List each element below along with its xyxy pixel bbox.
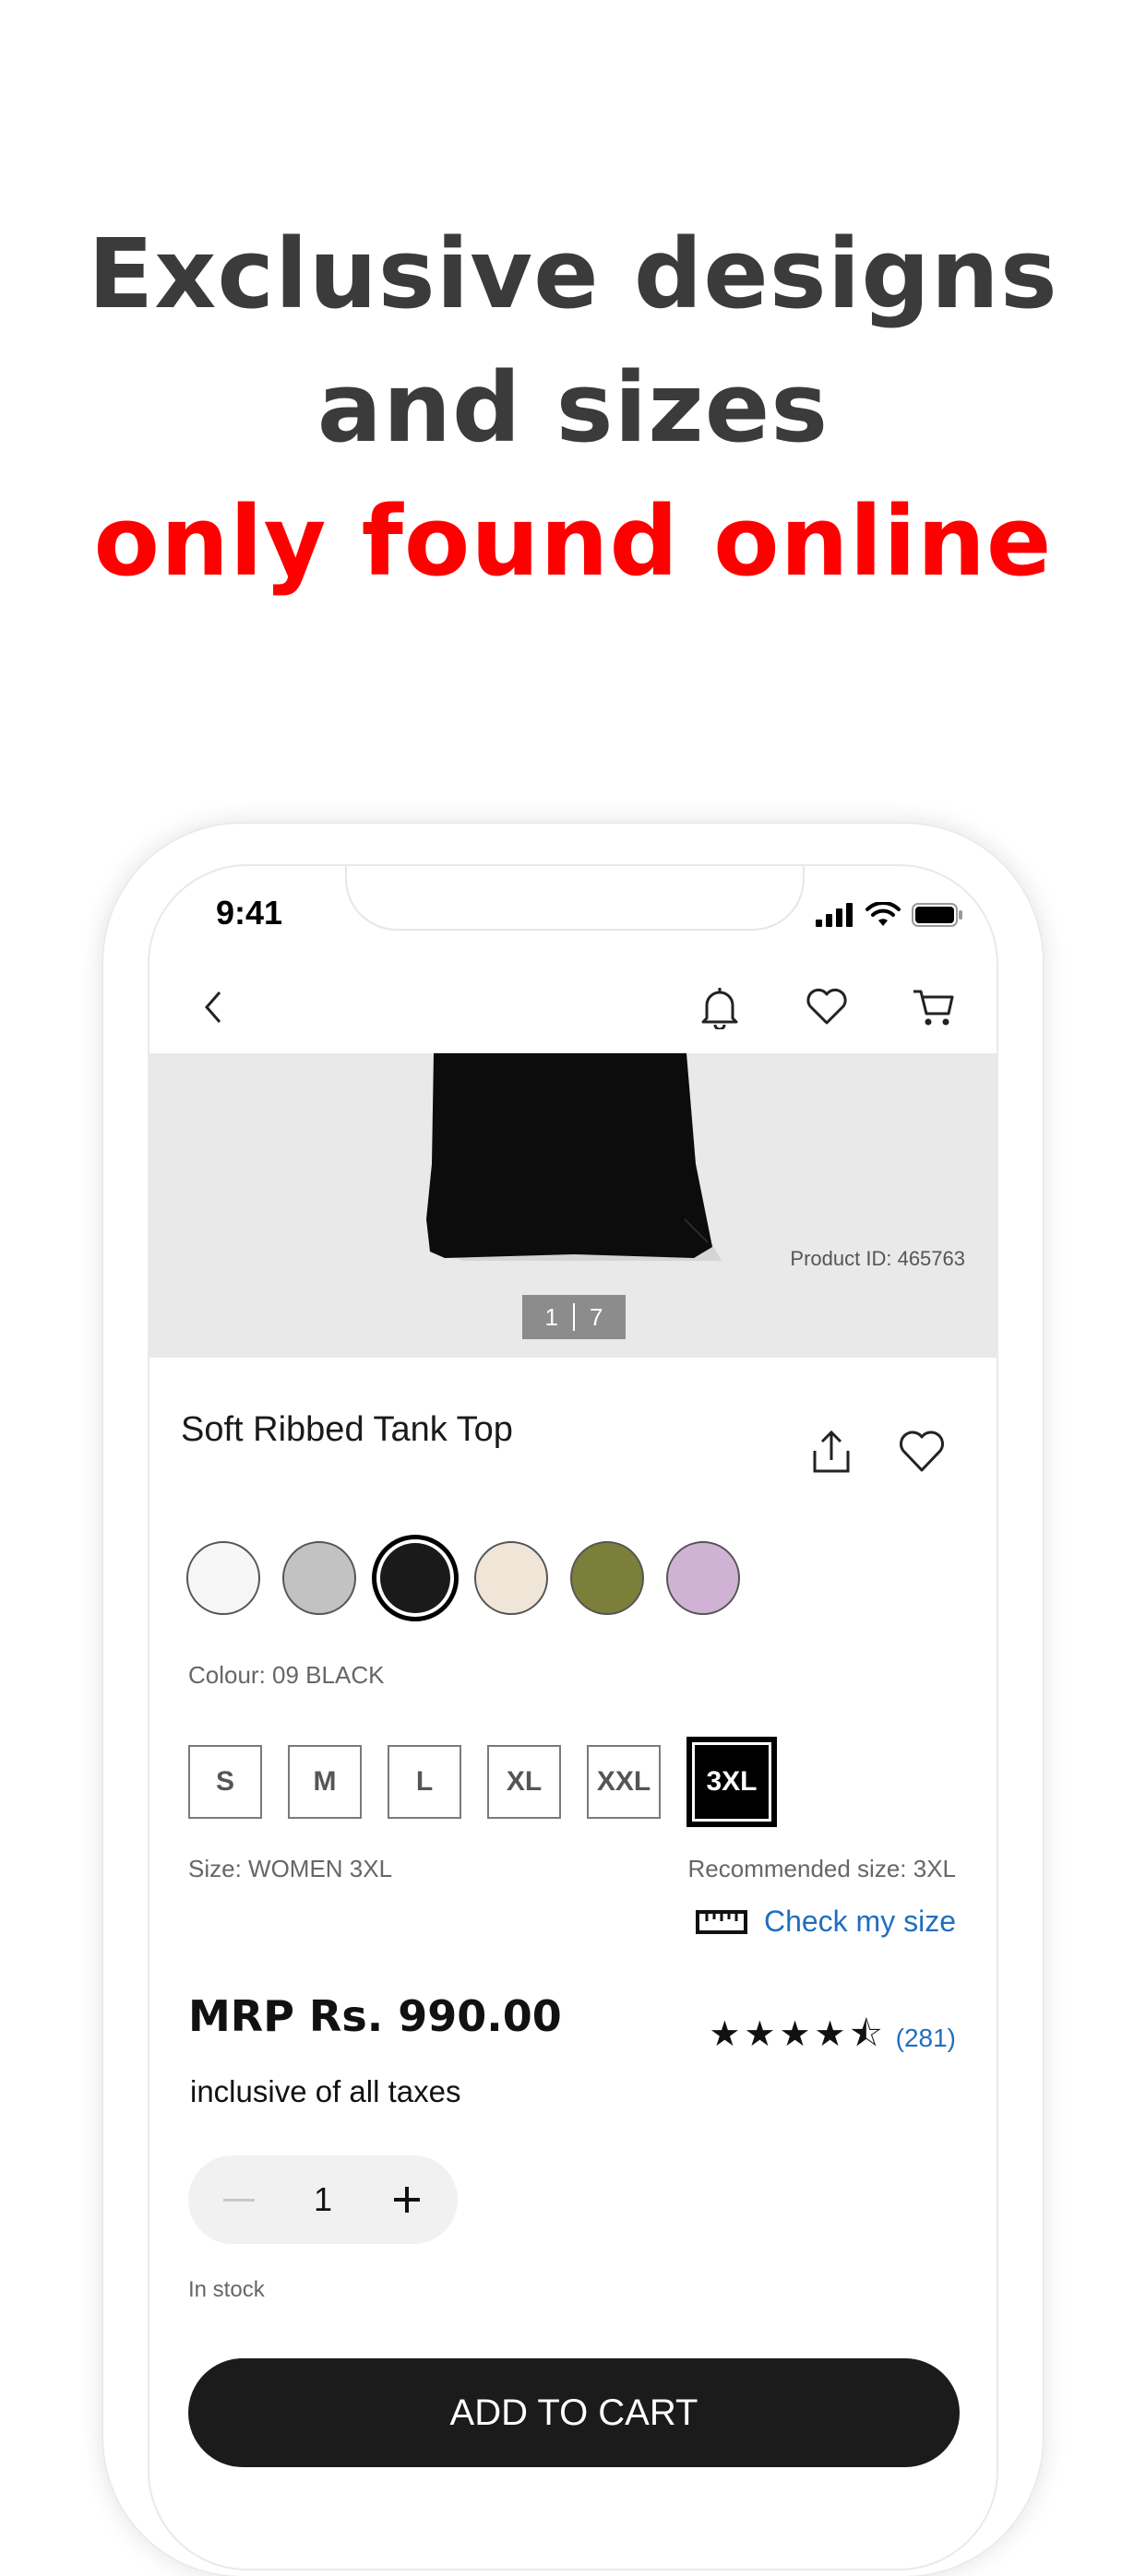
check-my-size-label: Check my size xyxy=(763,1905,956,1938)
pager-divider xyxy=(573,1303,575,1331)
wifi-icon xyxy=(865,902,901,926)
size-option[interactable]: XXL xyxy=(587,1745,661,1819)
phone-screen: 9:41 Product ID: 465763 1 7 Soft Ribbed … xyxy=(148,864,998,2570)
headline-line-3: only found online xyxy=(93,485,1053,598)
colour-swatch[interactable] xyxy=(570,1541,644,1615)
cart-icon[interactable] xyxy=(908,981,960,1033)
status-icons xyxy=(816,901,963,929)
size-option[interactable]: XL xyxy=(487,1745,561,1819)
stock-status: In stock xyxy=(188,2277,265,2302)
pager-total: 7 xyxy=(590,1302,603,1331)
size-option[interactable]: S xyxy=(188,1745,262,1819)
heart-icon[interactable] xyxy=(801,981,853,1033)
size-option[interactable]: L xyxy=(388,1745,461,1819)
product-id: Product ID: 465763 xyxy=(790,1247,965,1270)
pager-current: 1 xyxy=(544,1302,558,1331)
image-pager: 1 7 xyxy=(522,1295,626,1339)
bell-icon[interactable] xyxy=(694,981,746,1033)
check-my-size-link[interactable]: Check my size xyxy=(695,1905,956,1939)
size-option[interactable]: M xyxy=(288,1745,362,1819)
status-time: 9:41 xyxy=(216,894,283,932)
share-icon[interactable] xyxy=(805,1425,858,1478)
product-image-gallery[interactable]: Product ID: 465763 1 7 xyxy=(149,1053,997,1358)
quantity-stepper: 1 xyxy=(188,2155,458,2244)
rating[interactable]: ★★★★⯪ (281) xyxy=(709,2008,956,2068)
signal-icon xyxy=(816,903,853,927)
wishlist-heart-icon[interactable] xyxy=(895,1425,949,1478)
phone-notch xyxy=(345,866,805,931)
colour-label: Colour: 09 BLACK xyxy=(188,1661,385,1689)
rating-stars: ★★★★⯪ xyxy=(709,2015,887,2054)
quantity-value: 1 xyxy=(313,2180,333,2218)
colour-swatch[interactable] xyxy=(474,1541,548,1615)
headline-line-1: Exclusive designs xyxy=(88,218,1058,330)
product-title: Soft Ribbed Tank Top xyxy=(181,1410,513,1449)
headline-line-2: and sizes xyxy=(316,351,830,464)
battery-icon xyxy=(912,903,962,927)
colour-swatch-selected[interactable] xyxy=(372,1535,459,1621)
product-image xyxy=(426,1053,722,1261)
colour-swatch[interactable] xyxy=(666,1541,740,1615)
decrease-quantity-button[interactable] xyxy=(223,2198,255,2202)
colour-swatch[interactable] xyxy=(186,1541,260,1615)
size-option-selected[interactable]: 3XL xyxy=(686,1737,777,1827)
phone-frame: 9:41 Product ID: 465763 1 7 Soft Ribbed … xyxy=(103,824,1043,2576)
review-count[interactable]: (281) xyxy=(896,2024,956,2053)
increase-quantity-button[interactable] xyxy=(391,2184,423,2215)
size-selector: S M L XL XXL 3XL xyxy=(188,1737,777,1827)
add-to-cart-button[interactable]: ADD TO CART xyxy=(188,2358,960,2467)
ruler-icon xyxy=(695,1909,747,1934)
back-chevron-icon[interactable] xyxy=(188,981,240,1033)
recommended-size: Recommended size: 3XL xyxy=(687,1855,956,1882)
size-label: Size: WOMEN 3XL xyxy=(188,1855,393,1882)
colour-swatches xyxy=(186,1535,740,1621)
top-nav xyxy=(149,963,997,1055)
colour-swatch[interactable] xyxy=(282,1541,356,1615)
price: MRP Rs. 990.00 xyxy=(188,1991,562,2041)
tax-note: inclusive of all taxes xyxy=(190,2074,461,2108)
